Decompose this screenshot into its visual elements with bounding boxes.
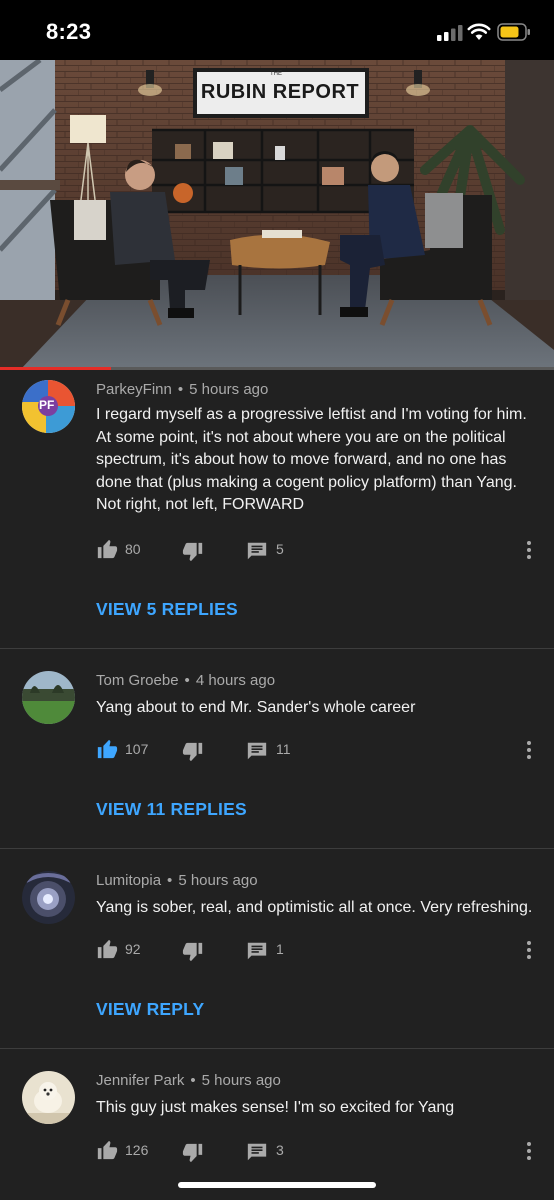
more-options-icon[interactable] <box>526 1141 532 1161</box>
avatar[interactable] <box>22 1071 75 1124</box>
like-icon[interactable] <box>96 938 118 960</box>
comment-time: 5 hours ago <box>178 872 258 889</box>
video-progress-bar[interactable] <box>0 367 554 370</box>
dislike-icon[interactable] <box>182 941 204 963</box>
battery-icon <box>497 23 530 41</box>
cellular-signal-icon <box>437 25 463 41</box>
comment-meta: Tom Groebe • 4 hours ago <box>96 672 276 689</box>
avatar[interactable]: PF <box>22 380 75 433</box>
sign-top-label: THE <box>270 71 282 77</box>
comment-author[interactable]: Lumitopia <box>96 872 161 889</box>
comment-text: I regard myself as a progressive leftist… <box>96 406 527 514</box>
like-icon[interactable] <box>96 538 118 560</box>
status-bar: 8:23 <box>0 0 554 60</box>
comment-text: Yang is sober, real, and optimistic all … <box>96 899 533 916</box>
video-progress-fill <box>0 367 111 370</box>
comment-time: 4 hours ago <box>195 672 276 689</box>
reply-count: 3 <box>276 1142 284 1158</box>
divider <box>0 648 554 649</box>
more-options-icon[interactable] <box>526 740 532 760</box>
dislike-icon[interactable] <box>182 741 204 763</box>
comment-actions: 92 1 <box>96 938 536 962</box>
view-replies-link[interactable]: VIEW 5 REPLIES <box>96 599 238 620</box>
comment-text: This guy just makes sense! I'm so excite… <box>96 1099 455 1116</box>
comment-actions: 80 5 <box>96 538 536 562</box>
sign-title: RUBIN REPORT <box>200 81 360 103</box>
comment-author[interactable]: Tom Groebe <box>96 672 179 689</box>
video-player[interactable]: THE RUBIN REPORT <box>0 60 554 370</box>
comment-meta: ParkeyFinn • 5 hours ago <box>96 381 269 398</box>
like-icon[interactable] <box>96 1139 118 1161</box>
video-frame <box>0 60 554 370</box>
dislike-icon[interactable] <box>182 541 204 563</box>
like-count: 126 <box>125 1142 149 1158</box>
more-options-icon[interactable] <box>526 540 532 560</box>
reply-count: 1 <box>276 941 284 957</box>
avatar[interactable] <box>22 871 75 924</box>
divider <box>0 848 554 849</box>
comment-time: 5 hours ago <box>201 1072 281 1089</box>
comment-author[interactable]: ParkeyFinn <box>96 381 172 398</box>
home-indicator[interactable] <box>178 1182 376 1188</box>
comment-actions: 107 11 <box>96 738 536 762</box>
like-count: 107 <box>125 741 149 757</box>
avatar[interactable] <box>22 671 75 724</box>
wifi-icon <box>467 23 491 40</box>
comment-meta: Lumitopia • 5 hours ago <box>96 872 258 889</box>
like-count: 80 <box>125 541 141 557</box>
reply-icon[interactable] <box>246 940 268 962</box>
reply-icon[interactable] <box>246 740 268 762</box>
status-time: 8:23 <box>46 19 92 44</box>
view-replies-link[interactable]: VIEW REPLY <box>96 999 204 1020</box>
dislike-icon[interactable] <box>182 1142 204 1164</box>
like-count: 92 <box>125 941 141 957</box>
comment-actions: 126 3 <box>96 1139 536 1163</box>
reply-count: 11 <box>276 741 291 757</box>
view-replies-link[interactable]: VIEW 11 REPLIES <box>96 799 247 820</box>
reply-icon[interactable] <box>246 1141 268 1163</box>
like-icon-active[interactable] <box>96 738 118 760</box>
comment-meta: Jennifer Park • 5 hours ago <box>96 1072 281 1089</box>
comment-author[interactable]: Jennifer Park <box>96 1072 184 1089</box>
avatar-initials: PF <box>39 398 55 412</box>
divider <box>0 1048 554 1049</box>
comment-text: Yang about to end Mr. Sander's whole car… <box>96 699 416 716</box>
comment-time: 5 hours ago <box>189 381 269 398</box>
more-options-icon[interactable] <box>526 940 532 960</box>
reply-icon[interactable] <box>246 540 268 562</box>
reply-count: 5 <box>276 541 284 557</box>
